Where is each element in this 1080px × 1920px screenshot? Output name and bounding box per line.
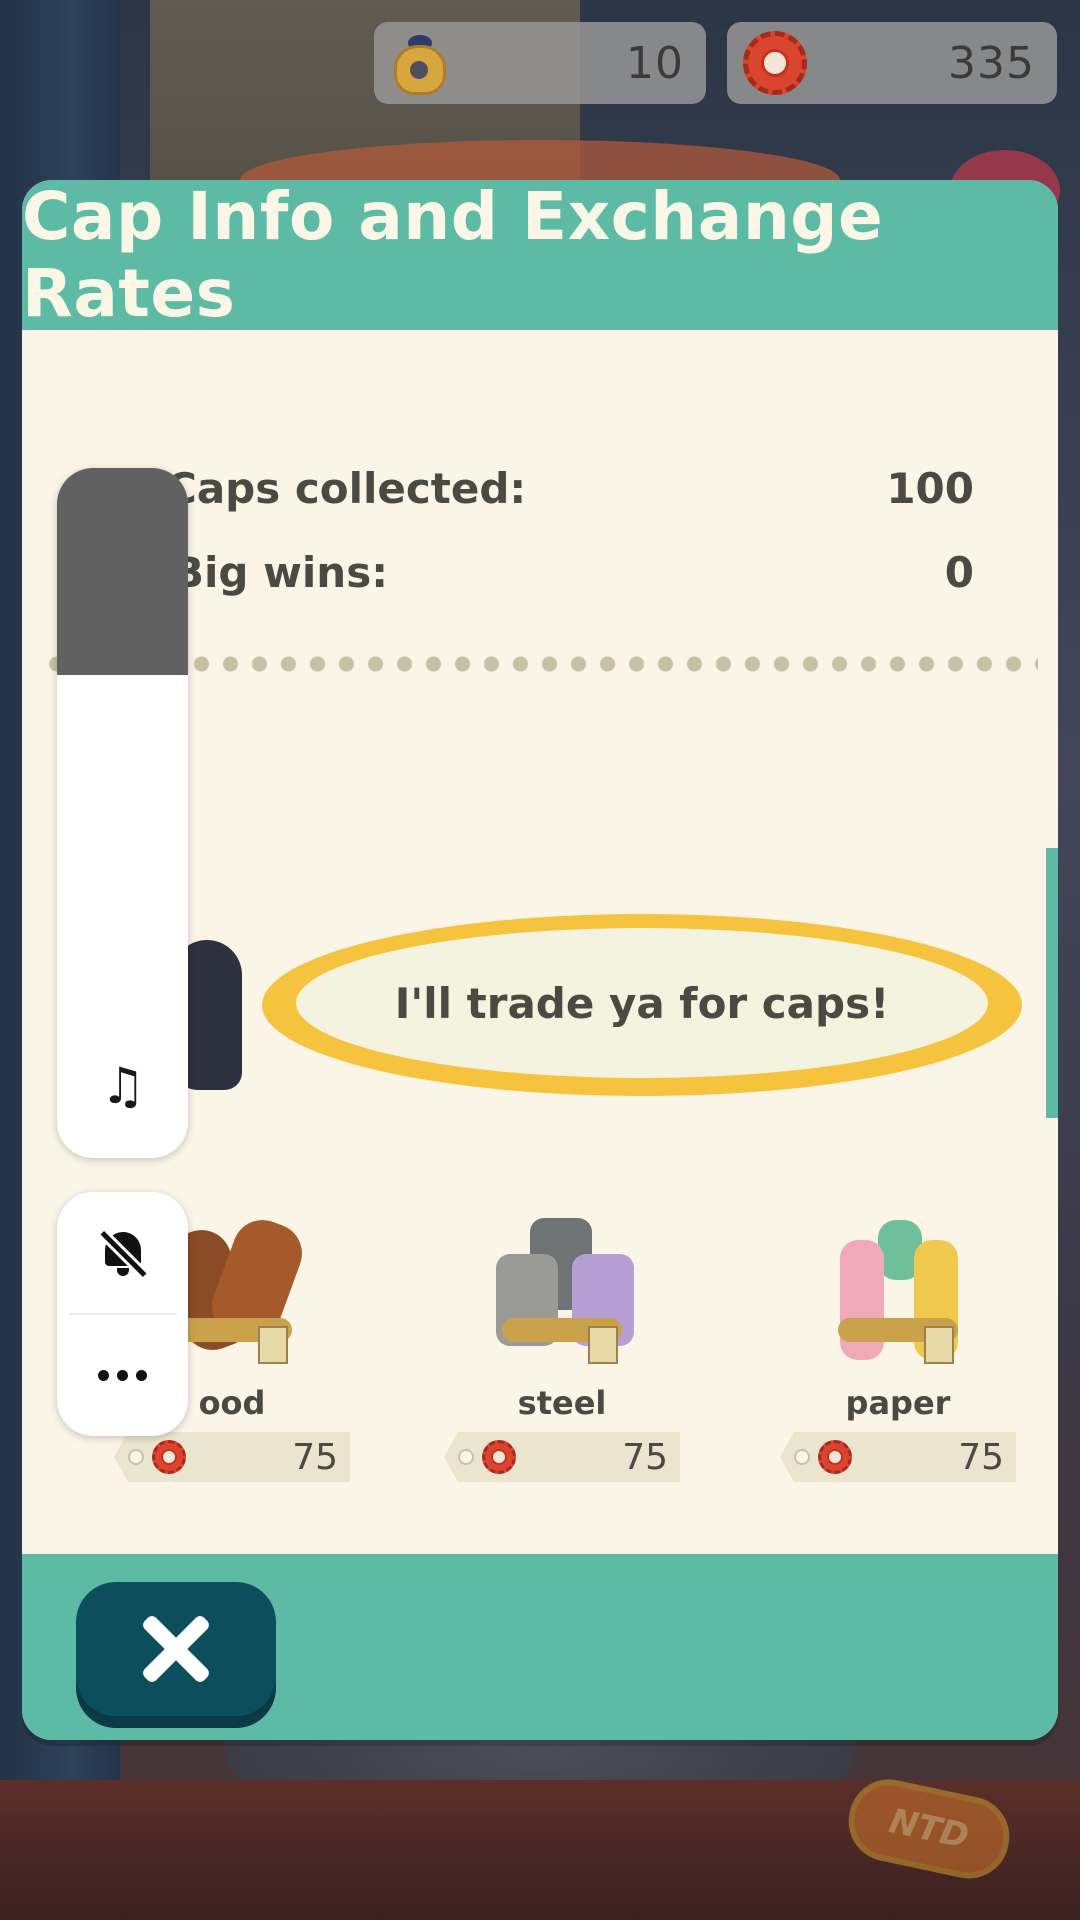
paper-bundle-icon xyxy=(818,1210,978,1370)
exchange-item-steel[interactable]: steel 75 xyxy=(442,1210,682,1482)
cap-icon xyxy=(743,31,807,95)
item-name: paper xyxy=(845,1384,951,1422)
close-icon xyxy=(140,1613,212,1685)
dialog-title: Cap Info and Exchange Rates xyxy=(22,180,884,332)
caps-collected-row: Caps collected: 100 xyxy=(114,458,974,518)
exchange-item-paper[interactable]: paper 75 xyxy=(778,1210,1018,1482)
cap-icon xyxy=(482,1440,516,1474)
item-price-value: 75 xyxy=(958,1436,1004,1478)
speech-text: I'll trade ya for caps! xyxy=(394,978,890,1028)
cap-icon xyxy=(818,1440,852,1474)
big-wins-value: 0 xyxy=(944,547,974,597)
item-price: 75 xyxy=(114,1432,350,1482)
item-price-value: 75 xyxy=(622,1436,668,1478)
dotted-divider xyxy=(42,654,1038,674)
dialog-header: Cap Info and Exchange Rates xyxy=(22,180,1058,332)
cap-count: 335 xyxy=(948,37,1035,89)
music-note-icon: ♫ xyxy=(100,1057,146,1115)
system-sound-panel xyxy=(57,1192,188,1436)
bell-off-icon xyxy=(100,1228,146,1278)
more-options-button[interactable] xyxy=(57,1315,188,1436)
dialog-footer xyxy=(22,1554,1058,1740)
mute-button[interactable] xyxy=(57,1192,188,1313)
close-button[interactable] xyxy=(76,1582,276,1716)
scrollbar[interactable] xyxy=(1046,848,1058,1118)
speech-bubble: I'll trade ya for caps! xyxy=(252,914,1022,1096)
item-price: 75 xyxy=(444,1432,680,1482)
caps-collected-value: 100 xyxy=(886,463,974,513)
ticket-count: 10 xyxy=(626,37,684,89)
steel-bundle-icon xyxy=(482,1210,642,1370)
volume-level-fill xyxy=(57,468,188,675)
cap-icon xyxy=(152,1440,186,1474)
big-wins-label: Big wins: xyxy=(172,547,388,597)
item-name: steel xyxy=(517,1384,607,1422)
item-price-value: 75 xyxy=(292,1436,338,1478)
more-dots-icon xyxy=(98,1370,147,1381)
item-price: 75 xyxy=(780,1432,1016,1482)
cap-counter: 335 xyxy=(727,22,1057,104)
ticket-counter: 10 xyxy=(374,22,706,104)
big-wins-row: Big wins: 0 xyxy=(114,542,974,602)
caps-collected-label: Caps collected: xyxy=(166,463,527,513)
volume-slider[interactable]: ♫ xyxy=(57,468,188,1158)
ticket-bag-icon xyxy=(390,31,450,95)
